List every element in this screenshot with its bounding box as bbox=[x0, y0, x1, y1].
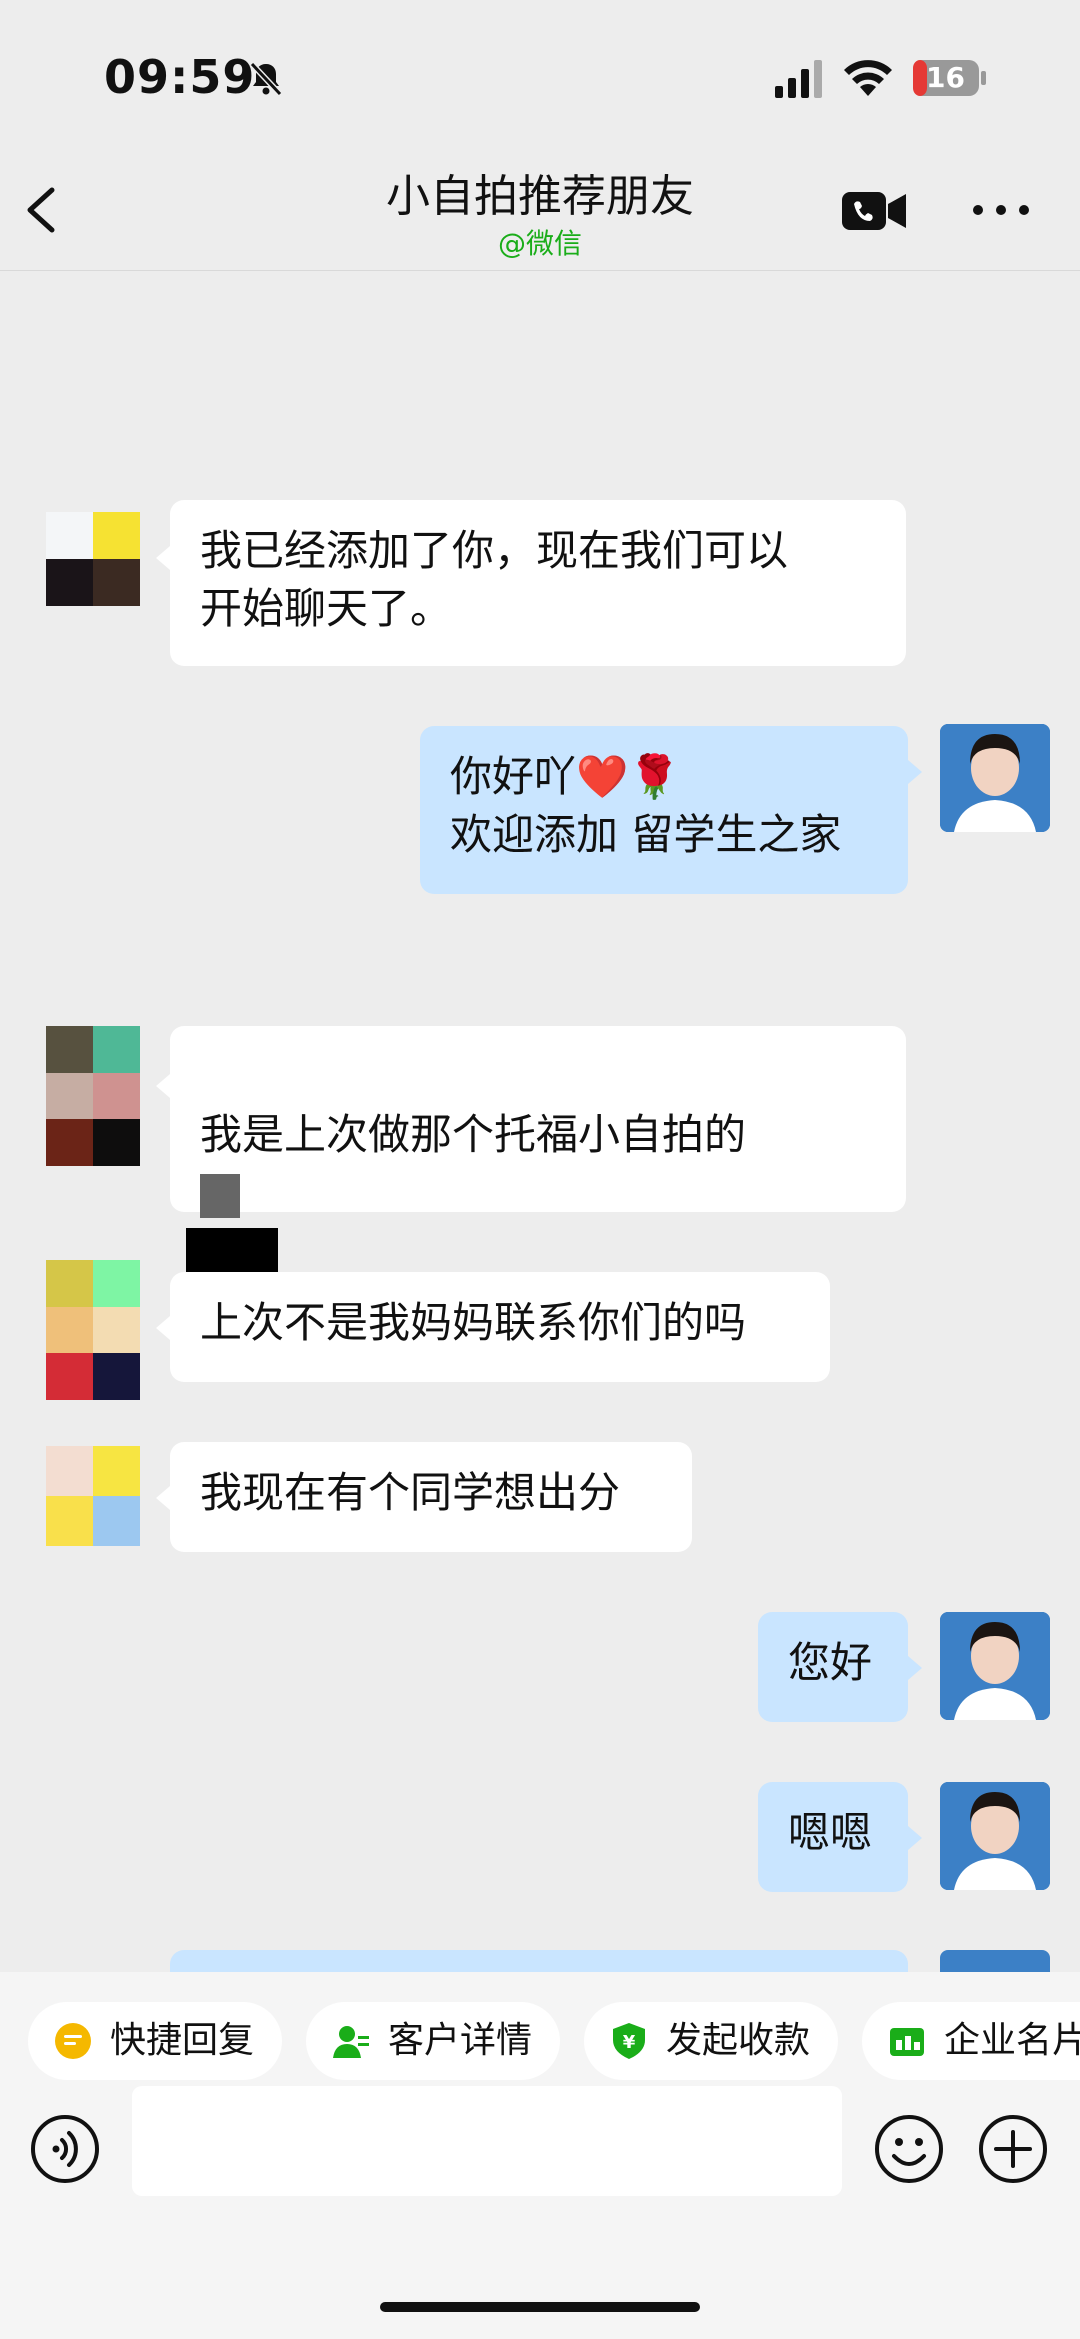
video-call-icon[interactable] bbox=[840, 186, 908, 236]
message-text: 我是上次做那个托福小自拍的 bbox=[200, 1110, 747, 1159]
message-bubble[interactable]: 我现在有个同学想出分 bbox=[170, 1442, 692, 1552]
business-card-icon bbox=[890, 2028, 924, 2056]
message-bubble[interactable]: 我是上次做那个托福小自拍的 bbox=[170, 1026, 906, 1272]
message-bubble-partial bbox=[170, 1950, 908, 1972]
payment-label: 发起收款 bbox=[666, 2020, 811, 2061]
customer-detail-button[interactable]: 客户详情 bbox=[306, 2002, 561, 2080]
home-indicator[interactable] bbox=[380, 2302, 700, 2312]
contact-avatar[interactable] bbox=[46, 512, 140, 606]
message-bubble[interactable]: 你好吖❤️🌹 欢迎添加 留学生之家 bbox=[420, 726, 908, 894]
contact-avatar[interactable] bbox=[46, 1446, 140, 1546]
bubble-tail bbox=[156, 546, 170, 570]
chat-subtitle: @微信 bbox=[497, 227, 582, 260]
portrait-photo bbox=[940, 1612, 1050, 1720]
plus-icon[interactable] bbox=[978, 2114, 1048, 2184]
self-avatar-partial bbox=[940, 1950, 1050, 1972]
business-card-button[interactable]: 企业名片 bbox=[862, 2002, 1080, 2080]
message-bubble[interactable]: 嗯嗯 bbox=[758, 1782, 908, 1892]
payment-icon: ¥ bbox=[613, 2023, 645, 2059]
contact-avatar[interactable] bbox=[46, 1260, 140, 1400]
quick-reply-button[interactable]: 快捷回复 bbox=[28, 2002, 283, 2080]
payment-button[interactable]: ¥ 发起收款 bbox=[584, 2002, 839, 2080]
bell-muted-icon bbox=[249, 61, 283, 97]
customer-detail-icon bbox=[333, 2026, 369, 2058]
portrait-photo bbox=[940, 724, 1050, 832]
voice-input-icon[interactable] bbox=[30, 2114, 100, 2184]
quick-reply-label: 快捷回复 bbox=[110, 2020, 255, 2061]
redacted-block bbox=[200, 1173, 240, 1218]
chat-title: 小自拍推荐朋友 bbox=[386, 171, 694, 222]
bubble-tail bbox=[908, 1826, 922, 1850]
emoji-icon[interactable] bbox=[874, 2114, 944, 2184]
bubble-tail bbox=[156, 1486, 170, 1510]
cellular-signal-icon bbox=[775, 60, 822, 98]
customer-detail-label: 客户详情 bbox=[388, 2020, 533, 2061]
svg-text:¥: ¥ bbox=[623, 2032, 636, 2053]
bubble-tail bbox=[908, 1656, 922, 1680]
message-bubble[interactable]: 您好 bbox=[758, 1612, 908, 1722]
bubble-tail bbox=[156, 1316, 170, 1340]
chat-header: 小自拍推荐朋友 @微信 bbox=[0, 150, 1080, 271]
more-options-icon[interactable] bbox=[970, 200, 1032, 220]
message-bubble[interactable]: 我已经添加了你，现在我们可以 开始聊天了。 bbox=[170, 500, 906, 666]
self-avatar[interactable] bbox=[940, 724, 1050, 832]
status-time: 09:59 bbox=[104, 50, 256, 104]
message-input-row bbox=[0, 2086, 1080, 2232]
self-avatar[interactable] bbox=[940, 1782, 1050, 1890]
bubble-tail bbox=[156, 1074, 170, 1098]
battery-level: 16 bbox=[926, 61, 965, 94]
status-bar: 09:59 16 bbox=[0, 0, 1080, 150]
business-card-label: 企业名片 bbox=[944, 2020, 1080, 2061]
message-bubble[interactable]: 上次不是我妈妈联系你们的吗 bbox=[170, 1272, 830, 1382]
wifi-icon bbox=[844, 60, 892, 96]
bubble-tail bbox=[908, 760, 922, 784]
quick-reply-icon bbox=[55, 2023, 91, 2059]
bottom-toolbar: 快捷回复 客户详情 ¥ 发起收款 企业名片 bbox=[0, 1972, 1080, 2339]
redacted-block bbox=[186, 1228, 278, 1272]
self-avatar[interactable] bbox=[940, 1612, 1050, 1720]
message-input[interactable] bbox=[132, 2086, 842, 2196]
contact-avatar[interactable] bbox=[46, 1026, 140, 1166]
portrait-photo bbox=[940, 1782, 1050, 1890]
